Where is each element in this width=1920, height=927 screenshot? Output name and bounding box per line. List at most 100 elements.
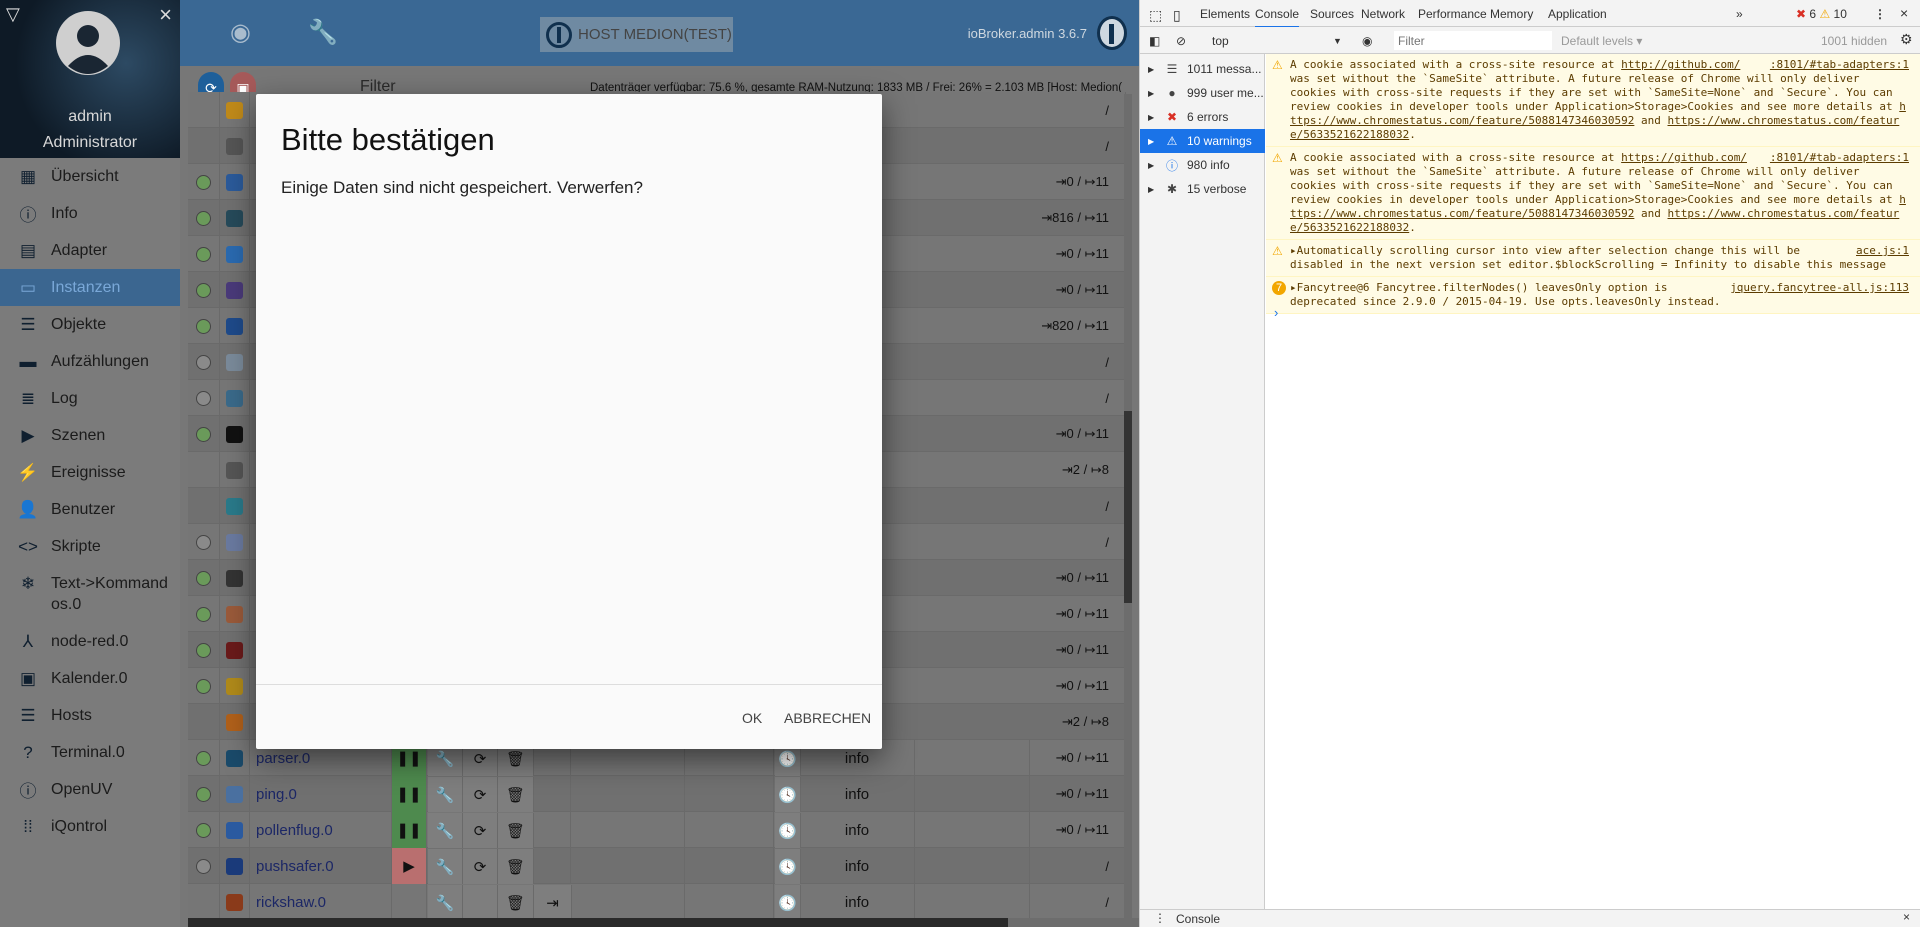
settings-wrench-icon[interactable]: 🔧 — [428, 813, 463, 849]
pause-button[interactable]: ❚❚ — [392, 812, 427, 848]
source-link[interactable]: ace.js:1 — [1856, 244, 1909, 258]
log-level[interactable]: info — [845, 786, 869, 803]
schedule-clock-icon[interactable]: 🕓 — [775, 813, 801, 849]
tab-elements[interactable]: Elements — [1200, 7, 1250, 21]
delete-icon[interactable]: 🗑 — [498, 849, 534, 885]
sidebar-toggle-icon[interactable]: ◧ — [1149, 34, 1160, 48]
console-filter-verbose[interactable]: ▶ ✱ 15 verbose — [1140, 177, 1265, 201]
scrollbar-thumb[interactable] — [188, 918, 1008, 927]
kebab-menu-icon[interactable]: ⋮ — [1874, 7, 1886, 21]
sidebar-item-node-red-0[interactable]: ⅄ node-red.0 — [0, 623, 180, 660]
reload-icon[interactable] — [463, 885, 498, 918]
device-toolbar-icon[interactable]: ▯ — [1173, 7, 1181, 24]
sidebar-item-ereignisse[interactable]: ⚡ Ereignisse — [0, 454, 180, 491]
schedule-clock-icon[interactable]: 🕓 — [775, 885, 801, 918]
live-expression-eye-icon[interactable]: ◉ — [1362, 34, 1372, 48]
more-tabs-button[interactable]: » — [1736, 7, 1743, 21]
expand-arrow-icon[interactable]: ▶ — [1148, 113, 1158, 122]
expand-arrow-icon[interactable]: ▶ — [1148, 89, 1158, 98]
sidebar-item-terminal-0[interactable]: ? Terminal.0 — [0, 734, 180, 771]
log-level[interactable]: info — [845, 750, 869, 767]
sidebar-item-instanzen[interactable]: ▭ Instanzen — [0, 269, 180, 306]
tab-performance[interactable]: Performance — [1418, 7, 1487, 21]
close-icon[interactable]: × — [159, 2, 172, 28]
wrench-icon[interactable]: 🔧 — [308, 18, 338, 47]
sidebar-item-skripte[interactable]: <> Skripte — [0, 528, 180, 565]
reload-icon[interactable]: ⟳ — [463, 813, 498, 849]
sidebar-item-iqontrol[interactable]: ⁞⁞ iQontrol — [0, 808, 180, 845]
cancel-button[interactable]: ABBRECHEN — [778, 706, 877, 730]
chevron-down-icon[interactable]: ▼ — [1333, 36, 1342, 46]
host-selector-button[interactable]: HOST MEDION(TEST) — [540, 17, 733, 52]
sidebar-item-kalender-0[interactable]: ▣ Kalender.0 — [0, 660, 180, 697]
expand-arrow-icon[interactable]: ▶ — [1148, 137, 1158, 146]
instance-name[interactable]: rickshaw.0 — [256, 894, 326, 911]
log-level[interactable]: info — [845, 822, 869, 839]
sidebar-item-log[interactable]: ≣ Log — [0, 380, 180, 417]
tab-sources[interactable]: Sources — [1310, 7, 1354, 21]
gear-icon[interactable]: ⚙ — [1900, 31, 1913, 48]
close-icon[interactable]: × — [1903, 910, 1910, 924]
schedule-clock-icon[interactable]: 🕓 — [775, 849, 801, 885]
instance-name[interactable]: parser.0 — [256, 750, 310, 767]
schedule-clock-icon[interactable]: 🕓 — [775, 777, 801, 813]
horizontal-scrollbar[interactable] — [188, 918, 1139, 927]
sidebar-item-info[interactable]: ⓘ Info — [0, 195, 180, 232]
tab-console[interactable]: Console — [1255, 7, 1300, 28]
console-filter-user[interactable]: ▶ ● 999 user me... — [1140, 81, 1265, 105]
sidebar-item-text-kommandos-0[interactable]: ❄ Text->Kommandos.0 — [0, 565, 180, 623]
sidebar-item-openuv[interactable]: ⓘ OpenUV — [0, 771, 180, 808]
source-link[interactable]: :8101/#tab-adapters:1 — [1770, 151, 1909, 165]
sidebar-item-benutzer[interactable]: 👤 Benutzer — [0, 491, 180, 528]
open-link-icon[interactable]: ⇥ — [534, 885, 572, 918]
log-levels-dropdown[interactable]: Default levels ▾ — [1561, 34, 1642, 48]
tab-application[interactable]: Application — [1548, 7, 1607, 21]
delete-icon[interactable]: 🗑 — [498, 885, 534, 918]
console-filter-info[interactable]: ▶ ⓘ 980 info — [1140, 153, 1265, 177]
expand-arrow-icon[interactable]: ▶ — [1148, 185, 1158, 194]
context-select[interactable]: top — [1212, 34, 1229, 48]
pause-button[interactable]: ❚❚ — [392, 776, 427, 812]
collapse-menu-icon[interactable]: ▽ — [6, 4, 20, 25]
log-level[interactable]: info — [845, 894, 869, 911]
instance-name[interactable]: ping.0 — [256, 786, 297, 803]
inspect-element-icon[interactable]: ⬚ — [1149, 7, 1162, 24]
start-button[interactable]: ▶ — [392, 848, 427, 884]
instance-name[interactable]: pollenflug.0 — [256, 822, 333, 839]
delete-icon[interactable]: 🗑 — [498, 777, 534, 813]
sidebar-item-hosts[interactable]: ☰ Hosts — [0, 697, 180, 734]
settings-wrench-icon[interactable]: 🔧 — [428, 849, 463, 885]
clear-console-icon[interactable]: ⊘ — [1176, 34, 1186, 48]
ok-button[interactable]: OK — [736, 706, 768, 730]
error-count-badge[interactable]: ✖ 6 ⚠ 10 — [1796, 7, 1847, 21]
message-link[interactable]: http://github.com/ — [1621, 58, 1740, 71]
sidebar-item-aufz-hlungen[interactable]: ▬ Aufzählungen — [0, 343, 180, 380]
sidebar-item-szenen[interactable]: ▶ Szenen — [0, 417, 180, 454]
source-link[interactable]: jquery.fancytree-all.js:113 — [1730, 281, 1909, 295]
instance-name[interactable]: pushsafer.0 — [256, 858, 334, 875]
close-icon[interactable]: × — [1900, 5, 1908, 21]
drawer-tab-console[interactable]: Console — [1176, 912, 1220, 926]
settings-wrench-icon[interactable]: 🔧 — [428, 885, 463, 918]
console-filter-messa[interactable]: ▶ ☰ 1011 messa... — [1140, 57, 1265, 81]
console-filter-warnings[interactable]: ▶ ⚠ 10 warnings — [1140, 129, 1265, 153]
delete-icon[interactable]: 🗑 — [498, 813, 534, 849]
console-filter-input[interactable] — [1394, 31, 1552, 50]
console-filter-errors[interactable]: ▶ ✖ 6 errors — [1140, 105, 1265, 129]
vertical-scrollbar[interactable] — [1124, 94, 1132, 918]
reload-icon[interactable]: ⟳ — [463, 849, 498, 885]
sidebar-item-objekte[interactable]: ☰ Objekte — [0, 306, 180, 343]
tab-memory[interactable]: Memory — [1490, 7, 1533, 21]
expand-arrow-icon[interactable]: ▶ — [1148, 161, 1158, 170]
tab-network[interactable]: Network — [1361, 7, 1405, 21]
sidebar-item-adapter[interactable]: ▤ Adapter — [0, 232, 180, 269]
log-level[interactable]: info — [845, 858, 869, 875]
source-link[interactable]: :8101/#tab-adapters:1 — [1770, 58, 1909, 72]
kebab-menu-icon[interactable]: ⋮ — [1154, 911, 1166, 925]
message-link[interactable]: https://github.com/ — [1621, 151, 1747, 164]
expand-arrow-icon[interactable]: ▶ — [1148, 65, 1158, 74]
reload-icon[interactable]: ⟳ — [463, 777, 498, 813]
console-prompt[interactable]: › — [1274, 305, 1278, 320]
settings-wrench-icon[interactable]: 🔧 — [428, 777, 463, 813]
sidebar-item--bersicht[interactable]: ▦ Übersicht — [0, 158, 180, 195]
